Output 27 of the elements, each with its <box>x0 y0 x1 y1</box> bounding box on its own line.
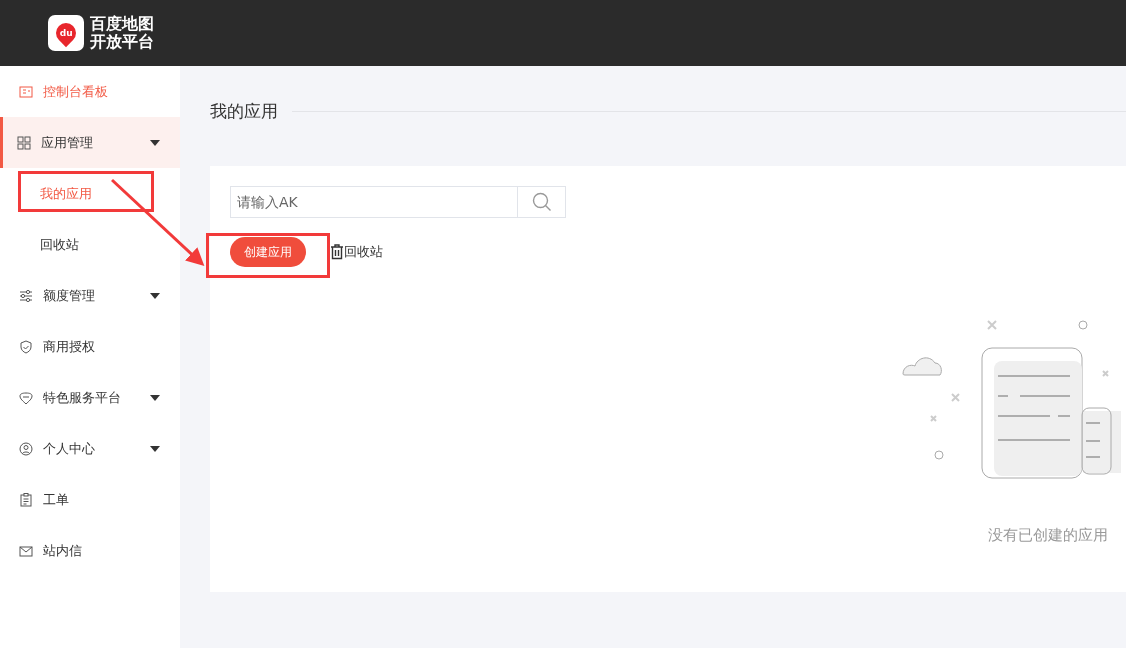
trash-icon <box>330 244 344 260</box>
sidebar-item[interactable]: 特色服务平台 <box>0 372 180 423</box>
sidebar-item[interactable]: 站内信 <box>0 525 180 576</box>
create-app-button[interactable]: 创建应用 <box>230 237 306 267</box>
shield-check-icon <box>18 338 34 355</box>
sidebar-subitem[interactable]: 回收站 <box>0 219 180 270</box>
search-button[interactable] <box>517 186 566 218</box>
search-field[interactable]: 请输入AK <box>230 186 517 218</box>
dashboard-card-icon <box>18 83 34 100</box>
sidebar-item[interactable]: 应用管理 <box>0 117 180 168</box>
logo-icon: du <box>48 15 84 51</box>
sidebar-item[interactable]: 工单 <box>0 474 180 525</box>
sidebar-item[interactable]: 商用授权 <box>0 321 180 372</box>
search-icon <box>531 192 552 212</box>
empty-state-message: 没有已创建的应用 <box>988 526 1108 545</box>
sidebar-item[interactable]: 控制台看板 <box>0 66 180 117</box>
sliders-icon <box>18 287 34 304</box>
logo-text: 百度地图 <box>90 15 154 33</box>
clipboard-icon <box>18 491 34 508</box>
sidebar-item[interactable]: 额度管理 <box>0 270 180 321</box>
page-title: 我的应用 <box>210 99 278 123</box>
sidebar-item[interactable]: 个人中心 <box>0 423 180 474</box>
grid-icon <box>16 134 32 151</box>
user-circle-icon <box>18 440 34 457</box>
logo-text: 开放平台 <box>90 33 154 51</box>
badge-icon <box>18 389 34 406</box>
recycle-bin-link[interactable]: 回收站 <box>344 243 383 261</box>
